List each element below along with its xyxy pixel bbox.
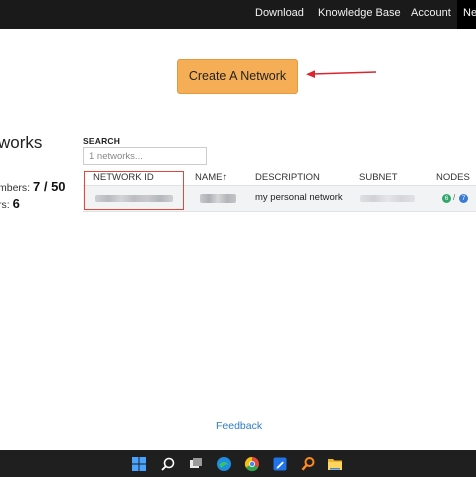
search-input[interactable]: [83, 147, 207, 165]
windows-start-icon[interactable]: [131, 456, 147, 472]
nav-networks-label: Networks: [463, 7, 476, 19]
networks-heading: works: [0, 133, 43, 152]
feedback-link[interactable]: Feedback: [216, 420, 262, 432]
column-header-name[interactable]: NAME↑: [195, 172, 227, 183]
nav-download-link[interactable]: Download: [255, 0, 304, 29]
nodes-separator: /: [453, 193, 456, 202]
nav-networks-link[interactable]: Networks: [457, 0, 476, 29]
windows-taskbar: [0, 450, 476, 477]
create-network-button[interactable]: Create A Network: [177, 59, 298, 94]
column-header-description[interactable]: DESCRIPTION: [255, 172, 320, 183]
network-id-highlight-box: [84, 171, 184, 210]
network-name-redacted[interactable]: [200, 194, 236, 203]
members-stat-value: 7 / 50: [33, 179, 66, 194]
notes-app-icon[interactable]: [272, 456, 288, 472]
nav-account-link[interactable]: Account: [411, 0, 451, 29]
networks-count-stat: rs: 6: [0, 196, 20, 211]
networks-count-label: rs:: [0, 199, 10, 211]
top-navigation-bar: Download Knowledge Base Account Networks: [0, 0, 476, 29]
annotation-arrow-icon: [306, 70, 377, 78]
search-label: SEARCH: [83, 136, 121, 146]
search-tool-icon[interactable]: [300, 456, 316, 472]
search-icon[interactable]: [160, 456, 176, 472]
column-header-subnet[interactable]: SUBNET: [359, 172, 398, 183]
network-subnet-redacted: [360, 195, 415, 202]
file-explorer-icon[interactable]: [327, 456, 343, 472]
edge-browser-icon[interactable]: [216, 456, 232, 472]
networks-count-value: 6: [12, 196, 20, 211]
nodes-online-badge: 6: [442, 194, 451, 203]
nav-knowledge-base-link[interactable]: Knowledge Base: [318, 0, 401, 29]
nodes-total-badge: 7: [459, 194, 468, 203]
chrome-icon[interactable]: [244, 456, 260, 472]
task-view-icon[interactable]: [188, 456, 204, 472]
members-stat-label: mbers:: [0, 182, 31, 194]
members-stat: mbers: 7 / 50: [0, 179, 66, 194]
network-description: my personal network: [255, 192, 343, 203]
column-header-nodes[interactable]: NODES: [436, 172, 470, 183]
